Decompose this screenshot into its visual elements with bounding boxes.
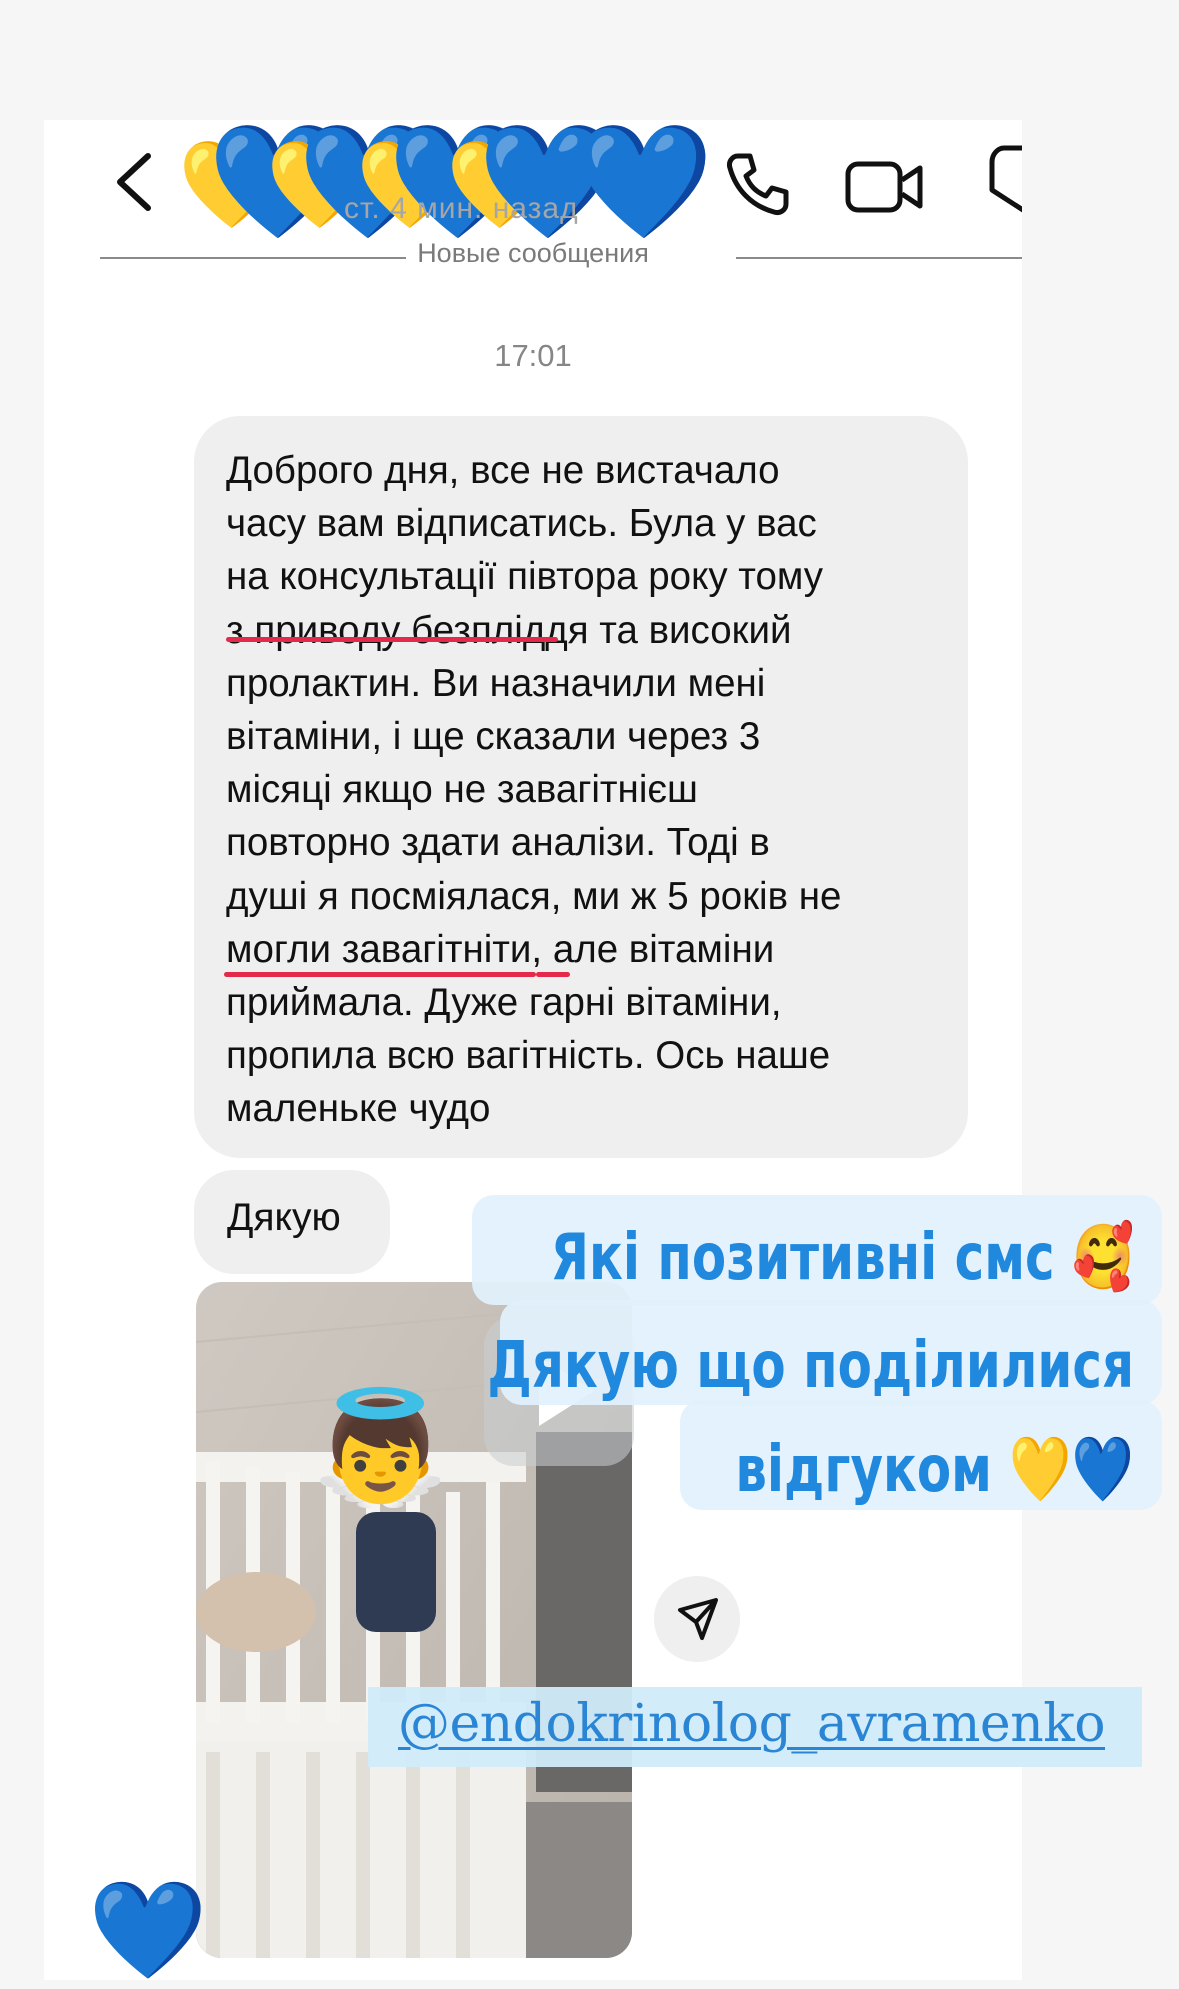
share-icon[interactable] (654, 1576, 740, 1662)
story-caption-line: відгуком 💛💙 (735, 1433, 1134, 1507)
message-text: Доброго дня, все не вистачало часу вам в… (226, 449, 842, 1131)
message-text: Дякую (227, 1196, 341, 1239)
new-messages-label: Новые сообщения (417, 238, 649, 268)
contact-name-hearts[interactable]: 💛 💙 💛 💙 💛 💙 💛 💙 💙 (178, 120, 782, 247)
highlight-underline (536, 972, 570, 977)
story-caption-line: Дякую що поділилися (487, 1329, 1134, 1403)
video-icon[interactable] (844, 154, 924, 218)
blue-heart-icon: 💙 (574, 120, 714, 247)
story-caption-line: Які позитивні смс 🥰 (550, 1221, 1134, 1295)
message-bubble[interactable]: Доброго дня, все не вистачало часу вам в… (194, 416, 968, 1158)
phone-icon[interactable] (722, 148, 794, 220)
heart-reaction-icon: 💙 (88, 1874, 208, 1980)
highlight-underline (226, 637, 558, 642)
angel-sticker: 👼 (312, 1383, 449, 1511)
mention-link[interactable]: @endokrinolog_avramenko (398, 1692, 1106, 1756)
last-seen-status: ст. 4 мин. назад (344, 192, 579, 225)
flag-icon[interactable] (982, 142, 1022, 218)
back-icon[interactable] (106, 142, 166, 222)
message-bubble[interactable]: Дякую (194, 1170, 390, 1274)
chat-header: 💛 💙 💛 💙 💛 💙 💛 💙 💙 ст. 4 мин. назад (44, 120, 1022, 245)
highlight-underline (224, 972, 536, 977)
message-timestamp: 17:01 (494, 338, 572, 373)
